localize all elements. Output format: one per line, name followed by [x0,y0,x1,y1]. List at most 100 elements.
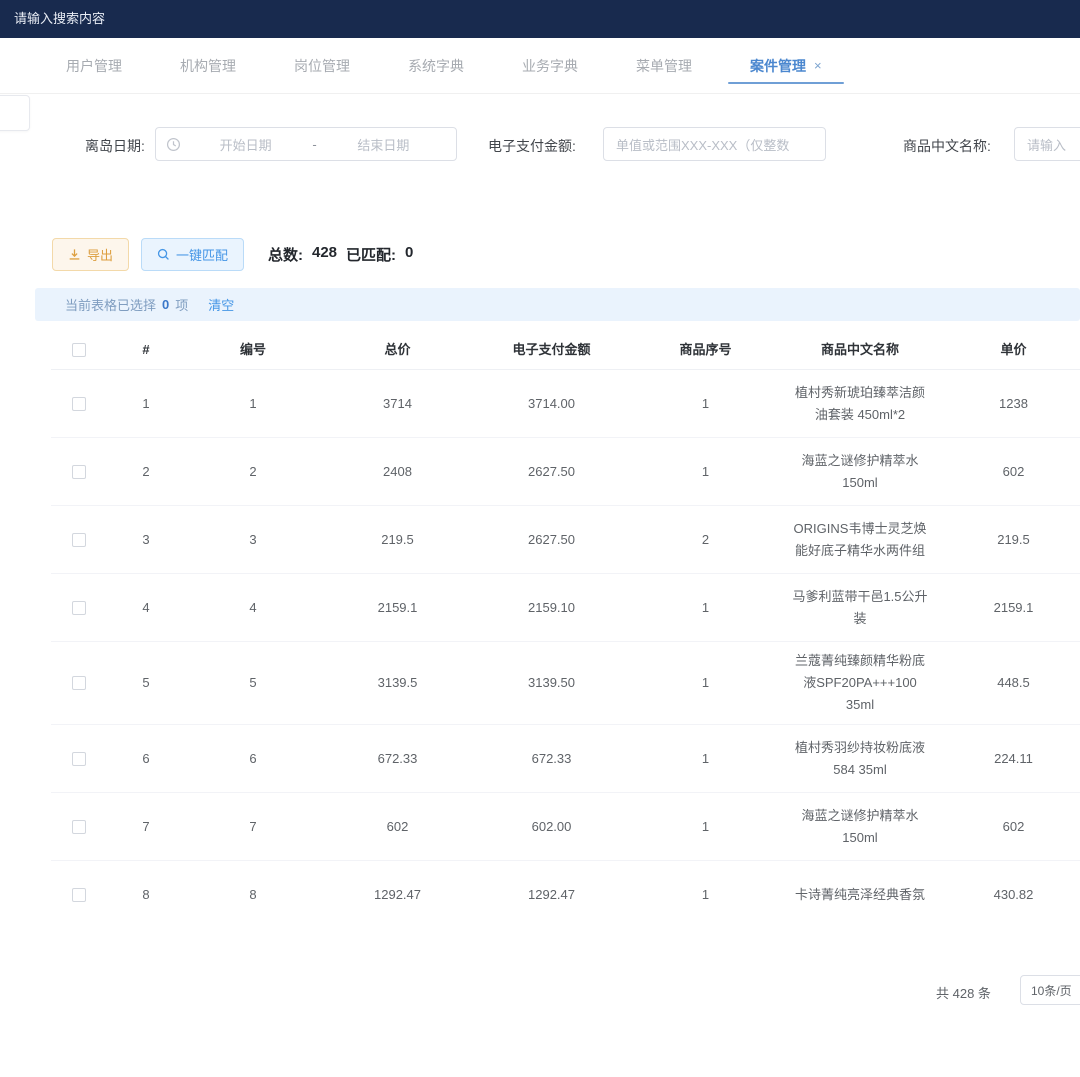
table-row: 66672.33672.331植村秀羽纱持妆粉底液584 35ml224.11 [51,725,1080,793]
column-header-0: # [106,331,186,369]
table-cell: 8 [186,876,320,909]
column-header-5: 商品中文名称 [783,331,937,369]
date-separator: - [308,137,320,152]
row-checkbox[interactable] [72,533,86,547]
export-button-label: 导出 [87,245,113,264]
column-header-3: 电子支付金额 [475,331,628,369]
tab-label: 岗位管理 [294,56,350,76]
table-cell: 1 [628,385,783,423]
product-name-input[interactable]: 请输入 [1014,127,1080,161]
table-row: 1137143714.001植村秀新琥珀臻萃洁颜油套装 450ml*21238 [51,370,1080,438]
pagination: 共 428 条 10条/页 [0,975,1080,1007]
pagination-total: 共 428 条 [936,983,991,1002]
table-cell: 8 [106,876,186,909]
page-size-value: 10条/页 [1031,982,1072,999]
table-cell: 219.5 [320,521,475,559]
table-cell: 1238 [937,385,1080,423]
column-header-4: 商品序号 [628,331,783,369]
table-row: 2224082627.501海蓝之谜修护精萃水 150ml602 [51,438,1080,506]
row-checkbox[interactable] [72,465,86,479]
toolbar: 导出 一键匹配 总数: 428 已匹配: 0 [0,238,1080,272]
select-all-checkbox[interactable] [72,343,86,357]
product-name-placeholder: 请输入 [1027,135,1066,154]
table-cell: 1 [628,589,783,627]
table-cell: 1 [628,808,783,846]
table-cell: 马爹利蓝带干邑1.5公升装 [783,578,937,638]
tab-item-0[interactable]: 用户管理 [62,38,126,93]
tab-item-1[interactable]: 机构管理 [176,38,240,93]
table-cell: 672.33 [320,740,475,778]
table-cell: 1 [186,385,320,423]
table-cell: 3 [186,521,320,559]
tab-label: 用户管理 [66,56,122,76]
collapsed-panel[interactable] [0,95,30,131]
date-range-input[interactable]: 开始日期 - 结束日期 [155,127,457,161]
table-cell: 海蓝之谜修护精萃水 150ml [783,797,937,857]
date-filter-label: 离岛日期: [85,136,145,156]
data-table: #编号总价电子支付金额商品序号商品中文名称单价 1137143714.001植村… [51,330,1080,908]
table-cell: 植村秀新琥珀臻萃洁颜油套装 450ml*2 [783,374,937,434]
table-cell: 602 [937,453,1080,491]
table-cell: 3 [106,521,186,559]
table-cell: 602 [937,808,1080,846]
tab-item-6[interactable]: 案件管理 × [746,38,826,93]
table-cell: 3714 [320,385,475,423]
table-cell: 7 [106,808,186,846]
table-cell: 1292.47 [320,876,475,909]
table-cell: 448.5 [937,664,1080,702]
clear-selection-link[interactable]: 清空 [208,295,234,314]
download-icon [68,248,81,261]
table-row: 442159.12159.101马爹利蓝带干邑1.5公升装2159.1 [51,574,1080,642]
column-header-6: 单价 [937,331,1080,369]
clock-icon [166,137,181,152]
selection-count: 0 [162,297,169,312]
amount-input[interactable]: 单值或范围XXX-XXX（仅整数 [603,127,826,161]
table-cell: 4 [186,589,320,627]
tab-item-5[interactable]: 菜单管理 [632,38,696,93]
table-cell: 4 [106,589,186,627]
table-cell: 植村秀羽纱持妆粉底液584 35ml [783,729,937,789]
start-date-placeholder: 开始日期 [183,135,308,154]
export-button[interactable]: 导出 [52,238,129,271]
row-checkbox[interactable] [72,820,86,834]
tab-label: 业务字典 [522,56,578,76]
table-cell: 6 [106,740,186,778]
row-checkbox[interactable] [72,397,86,411]
selection-suffix: 项 [175,295,188,314]
table-cell: 2627.50 [475,521,628,559]
tab-close-icon[interactable]: × [814,58,822,73]
amount-placeholder: 单值或范围XXX-XXX（仅整数 [616,135,789,154]
page-size-select[interactable]: 10条/页 [1020,975,1080,1005]
table-cell: 1 [106,385,186,423]
tab-item-4[interactable]: 业务字典 [518,38,582,93]
top-search-bar[interactable]: 请输入搜索内容 [0,0,1080,38]
table-cell: 3139.5 [320,664,475,702]
end-date-placeholder: 结束日期 [321,135,446,154]
row-checkbox[interactable] [72,752,86,766]
tab-item-2[interactable]: 岗位管理 [290,38,354,93]
table-cell: 602.00 [475,808,628,846]
one-click-match-button[interactable]: 一键匹配 [141,238,244,271]
total-label: 总数: [268,244,303,265]
table-cell: 672.33 [475,740,628,778]
table-cell: 1 [628,740,783,778]
selection-prefix: 当前表格已选择 [65,295,156,314]
column-header-1: 编号 [186,331,320,369]
search-icon [157,248,170,261]
row-checkbox[interactable] [72,888,86,902]
table-cell: 海蓝之谜修护精萃水 150ml [783,442,937,502]
table-cell: 602 [320,808,475,846]
row-checkbox[interactable] [72,601,86,615]
table-cell: 224.11 [937,740,1080,778]
table-cell: 219.5 [937,521,1080,559]
table-cell: 卡诗菁纯亮泽经典香氛 [783,876,937,909]
table-cell: 2 [106,453,186,491]
table-cell: 2159.10 [475,589,628,627]
tab-label: 案件管理 [750,56,806,76]
tab-item-3[interactable]: 系统字典 [404,38,468,93]
tab-bar: 用户管理 机构管理 岗位管理 系统字典 业务字典 菜单管理 案件管理 × [0,38,1080,94]
table-row: 881292.471292.471卡诗菁纯亮泽经典香氛430.82 [51,861,1080,908]
table-cell: 2 [186,453,320,491]
row-checkbox[interactable] [72,676,86,690]
global-search-placeholder: 请输入搜索内容 [14,11,105,26]
